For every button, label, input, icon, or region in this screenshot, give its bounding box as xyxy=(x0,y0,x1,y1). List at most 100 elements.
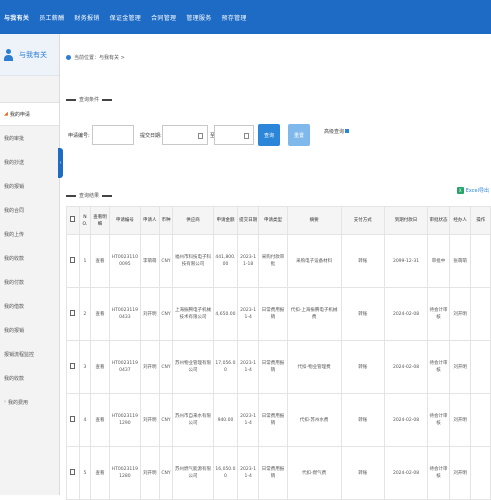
sidebar-title: 与我有关 xyxy=(19,50,47,59)
sidebar-item-my-contract[interactable]: 我的合同 xyxy=(0,198,59,222)
cell-op[interactable] xyxy=(470,287,491,341)
nav-item-reimburse[interactable]: 财务报销 xyxy=(74,13,99,22)
table-row: 2 查看 HT00231190433 刘开明 CNY 上海振腾电子机械技术有限公… xyxy=(66,287,491,341)
column-header: 审批状态 xyxy=(427,206,450,235)
row-checkbox-cell[interactable] xyxy=(66,340,80,394)
cell-op[interactable] xyxy=(470,340,491,394)
query-section-label: 查询条件 xyxy=(79,97,100,103)
sidebar-item-my-apply[interactable]: ◢ 我的申请 xyxy=(0,102,59,126)
nav-item-payroll[interactable]: 员工薪酬 xyxy=(39,13,64,22)
apply-code-link[interactable]: HT00231191280 xyxy=(109,446,141,500)
cell-due: 2024-02-08 xyxy=(383,287,429,341)
apply-no-input[interactable] xyxy=(92,125,134,145)
reset-button[interactable]: 重置 xyxy=(288,124,310,146)
cell-no: 3 xyxy=(78,340,91,394)
sidebar-item-my-receipt[interactable]: 我的收款 xyxy=(0,246,59,270)
cell-status: 待会计审核 xyxy=(427,446,450,500)
column-header: 供应商 xyxy=(171,206,215,235)
checkbox[interactable] xyxy=(70,216,76,222)
nav-item-service[interactable]: 管理服务 xyxy=(186,13,211,22)
sidebar-header: 与我有关 xyxy=(0,34,59,76)
column-header: 摘要 xyxy=(286,206,342,235)
nav-item-contract[interactable]: 合同管理 xyxy=(151,13,176,22)
column-header: 经办人 xyxy=(448,206,472,235)
select-all-checkbox[interactable] xyxy=(66,206,80,235)
view-link[interactable]: 查看 xyxy=(89,287,111,341)
sidebar-item-my-upload[interactable]: 我的上传 xyxy=(0,222,59,246)
row-checkbox-cell[interactable] xyxy=(66,446,80,500)
apply-code-link[interactable]: HT00231100095 xyxy=(109,234,141,288)
sidebar-item-label: 我的申请 xyxy=(9,111,30,118)
sidebar-item-my-reimburse[interactable]: 我的报销 xyxy=(0,174,59,198)
date-from-input[interactable] xyxy=(162,125,208,145)
excel-icon: X xyxy=(456,187,464,194)
apply-code-link[interactable]: HT00231190437 xyxy=(109,340,141,394)
checkbox[interactable] xyxy=(70,309,76,316)
table-row: 4 查看 HT00231191290 刘开明 CNY 苏州市自来水有限公司 94… xyxy=(66,393,491,447)
advanced-query-toggle[interactable]: 高级查询 xyxy=(324,128,350,135)
cell-amount: 17,056.00 xyxy=(213,340,238,394)
sidebar-item-flow-monitor[interactable]: 报销流程监控 xyxy=(0,342,59,366)
sidebar-item-label: 报销流程监控 xyxy=(4,351,35,358)
nav-item-deposit[interactable]: 保证金管理 xyxy=(110,13,142,22)
cell-applicant: 李萌萌 xyxy=(139,234,161,288)
cell-amount: 4,650.00 xyxy=(213,287,238,341)
sidebar-item-my-payment[interactable]: 我的付款 xyxy=(0,270,59,294)
apply-code-link[interactable]: HT00231191290 xyxy=(109,393,141,447)
sidebar-item-my-cc[interactable]: 我的抄送 xyxy=(0,150,59,174)
cell-op[interactable] xyxy=(470,446,491,500)
date-to-input[interactable] xyxy=(214,125,254,145)
sidebar-item-label: 我的报销 xyxy=(4,327,25,334)
calendar-icon xyxy=(244,133,249,139)
breadcrumb: 当前位置：与我有关 > xyxy=(66,54,125,61)
nav-item-related[interactable]: 与我有关 xyxy=(4,13,29,22)
cell-op[interactable] xyxy=(470,393,491,447)
results-section-label: 查询结果 xyxy=(79,193,100,199)
cell-date: 2023-11-4 xyxy=(236,340,260,394)
cell-pay: 转账 xyxy=(340,234,385,288)
sidebar-item-label: 我的借款 xyxy=(4,303,25,310)
view-link[interactable]: 查看 xyxy=(89,234,111,288)
sidebar-item-my-expense[interactable]: 我的报销 xyxy=(0,318,59,342)
location-icon xyxy=(66,55,71,60)
sidebar-item-my-income[interactable]: 我的收款 xyxy=(0,366,59,390)
cell-op[interactable] xyxy=(470,234,491,288)
cell-currency: CNY xyxy=(159,234,173,288)
row-checkbox-cell[interactable] xyxy=(66,287,80,341)
row-checkbox-cell[interactable] xyxy=(66,234,80,288)
cell-date: 2023-11-4 xyxy=(236,287,260,341)
apply-code-link[interactable]: HT00231190433 xyxy=(109,287,141,341)
column-header: 申请编号 xyxy=(109,206,141,235)
sidebar-item-my-approval[interactable]: 我的审批 xyxy=(0,126,59,150)
sidebar-collapse-button[interactable]: ‹ xyxy=(58,148,63,178)
sidebar-item-label: 我的上传 xyxy=(4,231,25,238)
checkbox[interactable] xyxy=(70,415,76,422)
table-row: 1 查看 HT00231100095 李萌萌 CNY 福州市科技电子科技有限公司… xyxy=(66,234,491,288)
view-link[interactable]: 查看 xyxy=(89,340,111,394)
row-checkbox-cell[interactable] xyxy=(66,393,80,447)
column-header: 查看明细 xyxy=(89,206,111,235)
search-button[interactable]: 查询 xyxy=(258,124,280,146)
cell-applicant: 刘开明 xyxy=(139,287,161,341)
divider xyxy=(102,98,113,101)
cell-applicant: 刘开明 xyxy=(139,393,161,447)
cell-type: 日常费用报销 xyxy=(258,393,288,447)
sidebar-item-my-fees[interactable]: › 我的费用 xyxy=(0,390,59,414)
results-section-title: 查询结果 xyxy=(66,192,113,199)
excel-export-button[interactable]: X Excel导出 xyxy=(456,187,489,194)
column-header: 支付方式 xyxy=(340,206,385,235)
breadcrumb-text: 当前位置：与我有关 > xyxy=(74,55,125,61)
checkbox[interactable] xyxy=(70,256,76,263)
sidebar-item-my-loan[interactable]: 我的借款 xyxy=(0,294,59,318)
checkbox[interactable] xyxy=(70,468,76,475)
cell-vendor: 苏州物业管理有限公司 xyxy=(171,340,215,394)
view-link[interactable]: 查看 xyxy=(89,393,111,447)
cell-handler: 刘开明 xyxy=(448,446,472,500)
nav-item-prestore[interactable]: 预存管理 xyxy=(222,13,247,22)
column-header: 操作 xyxy=(470,206,491,235)
main-content: 当前位置：与我有关 > 查询条件 申请编号: 提交日期: 至 查询 重置 高级查… xyxy=(66,34,491,500)
checkbox[interactable] xyxy=(70,362,76,369)
divider xyxy=(66,98,76,101)
sidebar-item-label: 我的收款 xyxy=(4,255,25,262)
view-link[interactable]: 查看 xyxy=(89,446,111,500)
